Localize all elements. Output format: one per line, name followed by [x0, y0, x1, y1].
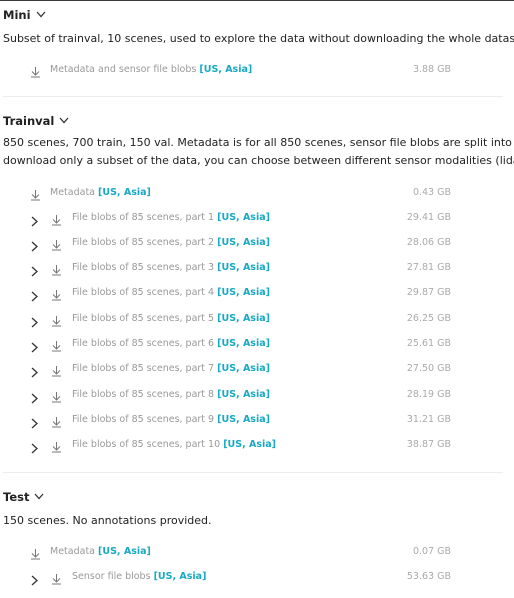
file-name: File blobs of 85 scenes, part 9 [US, Asi…: [72, 414, 270, 425]
file-size: 28.06 GB: [406, 237, 451, 248]
download-row-trainval-part-5[interactable]: File blobs of 85 scenes, part 5 [US, Asi…: [0, 311, 514, 328]
region-tags: [US, Asia]: [217, 363, 270, 374]
chevron-right-icon[interactable]: [31, 389, 38, 408]
download-icon[interactable]: [51, 286, 62, 305]
section-title-test: Test: [3, 490, 30, 504]
download-icon[interactable]: [51, 362, 62, 381]
download-row-test-metadata[interactable]: Metadata [US, Asia] 0.07 GB: [0, 544, 514, 560]
file-name: File blobs of 85 scenes, part 8 [US, Asi…: [72, 389, 270, 400]
region-tags: [US, Asia]: [153, 571, 207, 582]
region-tags: [US, Asia]: [217, 389, 270, 400]
chevron-right-icon[interactable]: [31, 571, 38, 590]
file-size: 31.21 GB: [406, 414, 451, 425]
chevron-down-icon: [36, 7, 46, 21]
file-name: Sensor file blobs [US, Asia]: [72, 571, 207, 582]
region-tags: [US, Asia]: [217, 338, 270, 349]
chevron-down-icon: [59, 113, 69, 127]
file-name: File blobs of 85 scenes, part 4 [US, Asi…: [72, 287, 270, 298]
section-description-trainval-line2: download only a subset of the data, you …: [3, 154, 514, 167]
chevron-right-icon[interactable]: [31, 212, 38, 231]
region-tags: [US, Asia]: [217, 414, 270, 425]
download-icon[interactable]: [51, 261, 62, 280]
file-size: 0.43 GB: [412, 187, 451, 198]
file-name: File blobs of 85 scenes, part 5 [US, Asi…: [72, 313, 270, 324]
chevron-right-icon[interactable]: [31, 363, 38, 382]
file-size: 38.87 GB: [406, 439, 451, 450]
region-tags: [US, Asia]: [217, 237, 270, 248]
download-icon[interactable]: [30, 545, 41, 564]
file-size: 26.25 GB: [406, 313, 451, 324]
file-size: 29.87 GB: [406, 287, 451, 298]
region-tags: [US, Asia]: [217, 287, 270, 298]
download-row-trainval-part-9[interactable]: File blobs of 85 scenes, part 9 [US, Asi…: [0, 412, 514, 429]
region-tags: [US, Asia]: [217, 313, 270, 324]
file-name: File blobs of 85 scenes, part 1 [US, Asi…: [72, 212, 270, 223]
download-icon[interactable]: [51, 570, 62, 589]
download-row-trainval-part-4[interactable]: File blobs of 85 scenes, part 4 [US, Asi…: [0, 285, 514, 302]
download-icon[interactable]: [51, 413, 62, 432]
download-row-trainval-part-3[interactable]: File blobs of 85 scenes, part 3 [US, Asi…: [0, 260, 514, 277]
region-tags: [US, Asia]: [217, 262, 270, 273]
download-icon[interactable]: [51, 438, 62, 457]
download-row-trainval-part-7[interactable]: File blobs of 85 scenes, part 7 [US, Asi…: [0, 361, 514, 378]
chevron-right-icon[interactable]: [31, 338, 38, 357]
section-divider: [3, 96, 503, 97]
download-icon[interactable]: [51, 211, 62, 230]
file-size: 27.50 GB: [406, 363, 451, 374]
region-tags: [US, Asia]: [199, 64, 253, 75]
section-header-test[interactable]: Test: [3, 489, 44, 504]
top-border: [0, 0, 514, 1]
file-name: Metadata [US, Asia]: [50, 187, 151, 198]
download-icon[interactable]: [30, 63, 41, 82]
download-icon[interactable]: [51, 236, 62, 255]
section-title-trainval: Trainval: [3, 114, 55, 128]
download-row-mini-metadata[interactable]: Metadata and sensor file blobs [US, Asia…: [0, 62, 514, 78]
file-name: Metadata [US, Asia]: [50, 546, 151, 557]
file-name: File blobs of 85 scenes, part 6 [US, Asi…: [72, 338, 270, 349]
file-size: 28.19 GB: [406, 389, 451, 400]
region-tags: [US, Asia]: [223, 439, 277, 450]
file-size: 29.41 GB: [406, 212, 451, 223]
chevron-right-icon[interactable]: [31, 237, 38, 256]
region-tags: [US, Asia]: [98, 187, 151, 198]
section-title-mini: Mini: [3, 8, 31, 22]
section-description-mini: Subset of trainval, 10 scenes, used to e…: [3, 32, 514, 45]
file-size: 27.81 GB: [406, 262, 451, 273]
chevron-right-icon[interactable]: [31, 313, 38, 332]
download-row-trainval-part-8[interactable]: File blobs of 85 scenes, part 8 [US, Asi…: [0, 387, 514, 404]
download-row-test-sensor[interactable]: Sensor file blobs [US, Asia] 53.63 GB: [0, 569, 514, 586]
chevron-right-icon[interactable]: [31, 414, 38, 433]
chevron-right-icon[interactable]: [31, 439, 38, 458]
chevron-down-icon: [34, 489, 44, 503]
download-row-trainval-metadata[interactable]: Metadata [US, Asia] 0.43 GB: [0, 185, 514, 201]
region-tags: [US, Asia]: [98, 546, 151, 557]
file-size: 25.61 GB: [406, 338, 451, 349]
file-size: 3.88 GB: [412, 64, 451, 75]
file-size: 53.63 GB: [406, 571, 451, 582]
download-row-trainval-part-6[interactable]: File blobs of 85 scenes, part 6 [US, Asi…: [0, 336, 514, 353]
download-icon[interactable]: [51, 337, 62, 356]
chevron-right-icon[interactable]: [31, 262, 38, 281]
file-name: File blobs of 85 scenes, part 7 [US, Asi…: [72, 363, 270, 374]
chevron-right-icon[interactable]: [31, 287, 38, 306]
section-description-trainval-line1: 850 scenes, 700 train, 150 val. Metadata…: [3, 136, 514, 149]
download-icon[interactable]: [51, 312, 62, 331]
file-size: 0.07 GB: [412, 546, 451, 557]
section-header-trainval[interactable]: Trainval: [3, 113, 69, 128]
download-row-trainval-part-1[interactable]: File blobs of 85 scenes, part 1 [US, Asi…: [0, 210, 514, 227]
section-header-mini[interactable]: Mini: [3, 7, 46, 22]
file-name: File blobs of 85 scenes, part 10 [US, As…: [72, 439, 277, 450]
download-row-trainval-part-10[interactable]: File blobs of 85 scenes, part 10 [US, As…: [0, 437, 514, 454]
download-icon[interactable]: [51, 388, 62, 407]
section-description-test: 150 scenes. No annotations provided.: [3, 514, 212, 527]
download-icon[interactable]: [30, 186, 41, 205]
region-tags: [US, Asia]: [217, 212, 270, 223]
file-name: Metadata and sensor file blobs [US, Asia…: [50, 64, 253, 75]
section-divider: [3, 472, 503, 473]
file-name: File blobs of 85 scenes, part 3 [US, Asi…: [72, 262, 270, 273]
download-row-trainval-part-2[interactable]: File blobs of 85 scenes, part 2 [US, Asi…: [0, 235, 514, 252]
file-name: File blobs of 85 scenes, part 2 [US, Asi…: [72, 237, 270, 248]
